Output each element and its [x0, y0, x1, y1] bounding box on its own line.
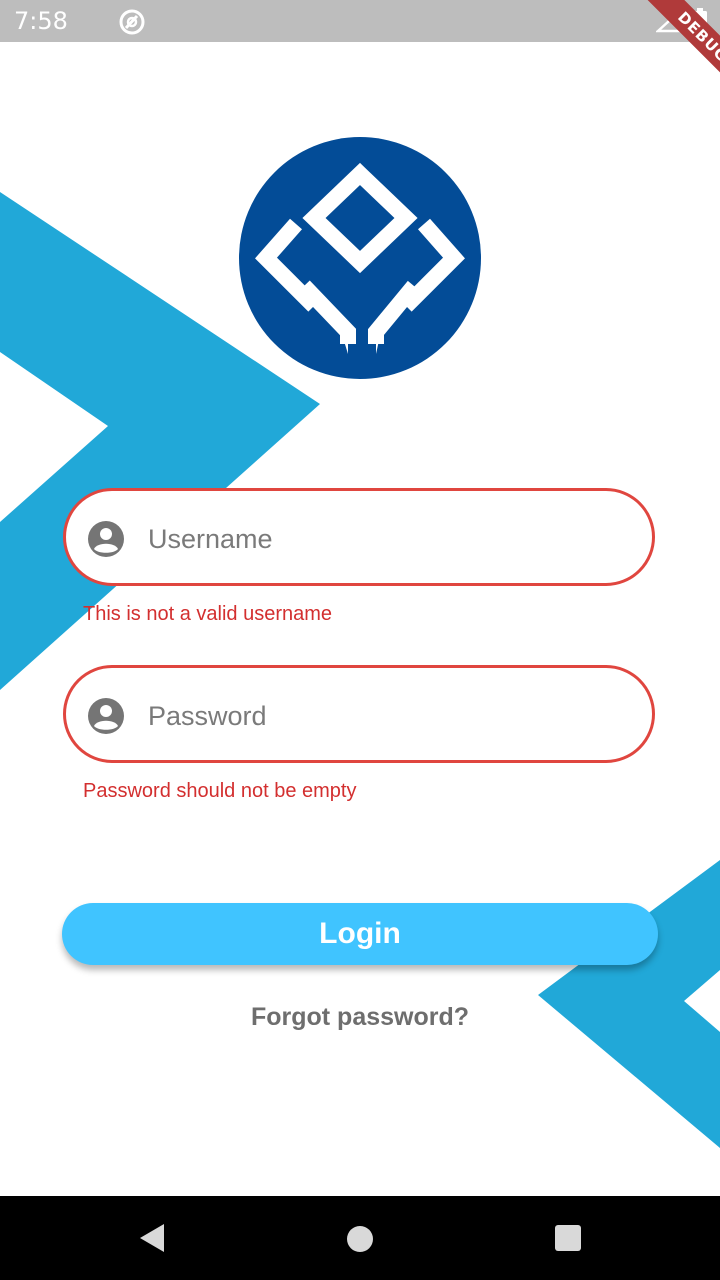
app-logo	[239, 137, 481, 379]
recents-square-icon[interactable]	[554, 1224, 582, 1252]
password-input[interactable]	[148, 688, 628, 744]
password-error: Password should not be empty	[83, 780, 357, 802]
status-time: 7:58	[14, 7, 68, 35]
forgot-password-link[interactable]: Forgot password?	[0, 1003, 720, 1032]
account-circle-icon	[88, 521, 124, 557]
username-error: This is not a valid username	[83, 603, 333, 625]
at-sign-icon	[119, 9, 145, 35]
username-field[interactable]	[63, 488, 655, 586]
back-triangle-icon[interactable]	[136, 1222, 166, 1254]
debug-label: DEBUG	[640, 0, 720, 100]
username-input[interactable]	[148, 511, 628, 567]
home-circle-icon[interactable]	[346, 1225, 374, 1253]
password-field[interactable]	[63, 665, 655, 763]
account-circle-icon	[88, 698, 124, 734]
login-button[interactable]: Login	[62, 903, 658, 965]
debug-banner: DEBUG	[610, 0, 720, 110]
